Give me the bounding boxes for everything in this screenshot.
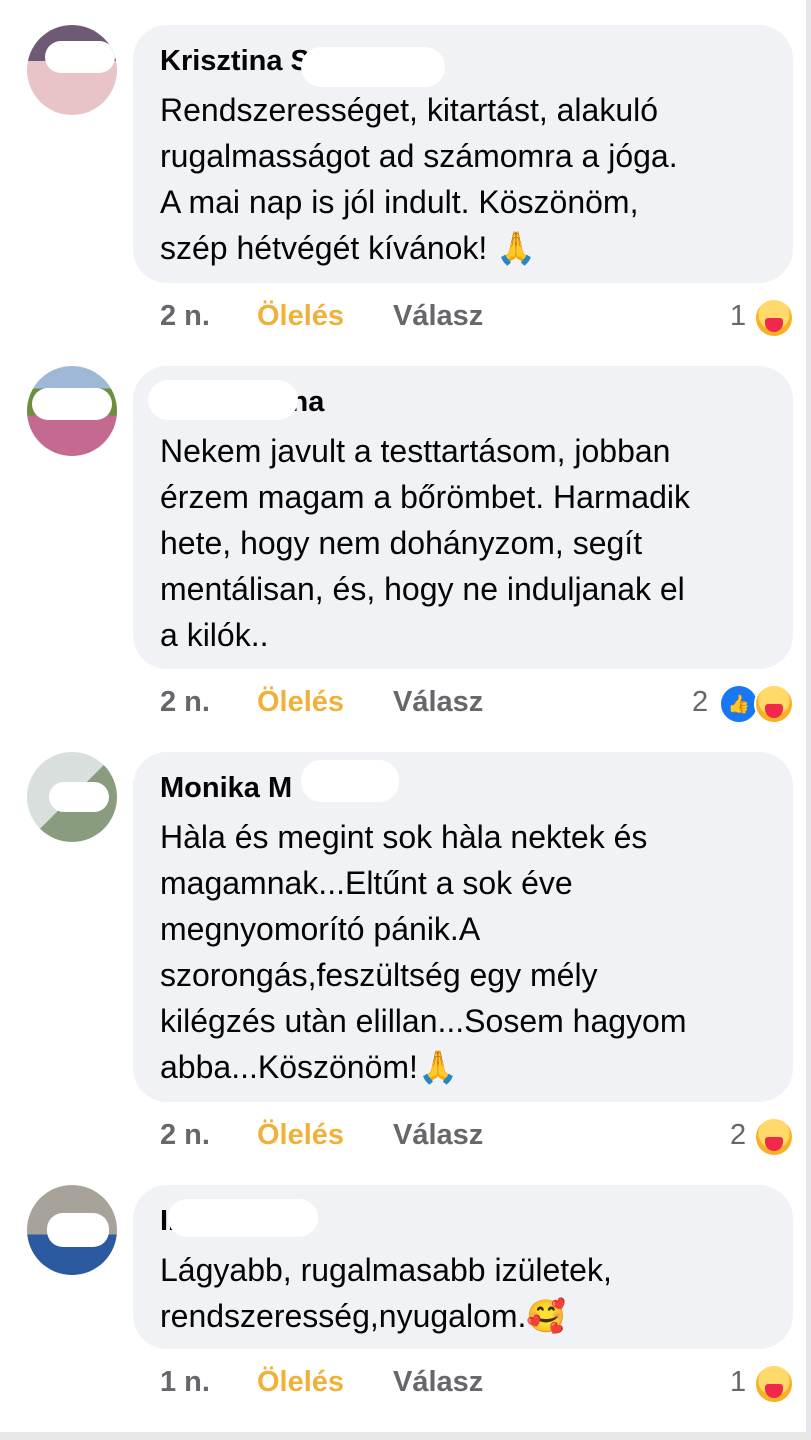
avatar-redaction <box>47 1213 109 1247</box>
reaction-count[interactable]: 1 <box>730 1366 746 1399</box>
reply-button[interactable]: Válasz <box>393 1366 483 1399</box>
comment-text: Lágyabb, rugalmasabb izületek, rendszere… <box>160 1252 612 1334</box>
reply-button[interactable]: Válasz <box>393 300 483 333</box>
hug-button[interactable]: Ölelés <box>257 1119 344 1152</box>
care-reaction-icon <box>754 298 794 338</box>
reaction-count[interactable]: 2 <box>730 1119 746 1152</box>
avatar[interactable] <box>27 25 117 115</box>
avatar-redaction <box>45 41 115 73</box>
comment-time[interactable]: 2 n. <box>160 1119 210 1152</box>
like-reaction-icon: 👍 <box>719 684 759 724</box>
reaction-count[interactable]: 1 <box>730 300 746 333</box>
reply-button[interactable]: Válasz <box>393 1119 483 1152</box>
comment-time[interactable]: 1 n. <box>160 1366 210 1399</box>
comment-author[interactable]: Krisztina S <box>160 43 310 79</box>
comment-text: Hàla és megint sok hàla nektek és magamn… <box>160 819 687 1085</box>
bottom-edge <box>0 1432 811 1440</box>
comment-actions: 1 n. Ölelés Válasz 1 <box>0 1364 811 1406</box>
comment-bubble: I...tti Lágyabb, rugalmasabb izületek, r… <box>133 1185 793 1349</box>
reply-button[interactable]: Válasz <box>393 686 483 719</box>
hug-button[interactable]: Ölelés <box>257 686 344 719</box>
avatar[interactable] <box>27 1185 117 1275</box>
comment-actions: 2 n. Ölelés Válasz 1 <box>0 298 811 340</box>
name-redaction <box>301 47 445 87</box>
comment-bubble: S...né Edina Nekem javult a testtartásom… <box>133 366 793 669</box>
comment-time[interactable]: 2 n. <box>160 300 210 333</box>
comment-actions: 2 n. Ölelés Válasz 2 <box>0 1117 811 1159</box>
care-reaction-icon <box>754 1117 794 1157</box>
hug-button[interactable]: Ölelés <box>257 300 344 333</box>
avatar-redaction <box>32 388 112 420</box>
comment-bubble: Monika M Hàla és megint sok hàla nektek … <box>133 752 793 1102</box>
hug-button[interactable]: Ölelés <box>257 1366 344 1399</box>
care-reaction-icon <box>754 1364 794 1404</box>
comment-actions: 2 n. Ölelés Válasz 2 👍 <box>0 684 811 726</box>
comment-text: Rendszerességet, kitartást, alakuló ruga… <box>160 92 678 266</box>
avatar[interactable] <box>27 752 117 842</box>
care-reaction-icon <box>754 684 794 724</box>
avatar[interactable] <box>27 366 117 456</box>
comment-author[interactable]: Monika M <box>160 770 292 806</box>
name-redaction <box>301 760 399 802</box>
reaction-count[interactable]: 2 <box>692 686 708 719</box>
comment-text: Nekem javult a testtartásom, jobban érze… <box>160 433 690 653</box>
comment-bubble: Krisztina S Rendszerességet, kitartást, … <box>133 25 793 283</box>
name-redaction <box>168 1199 318 1237</box>
avatar-redaction <box>49 782 109 812</box>
comment-time[interactable]: 2 n. <box>160 686 210 719</box>
name-redaction <box>148 380 298 420</box>
